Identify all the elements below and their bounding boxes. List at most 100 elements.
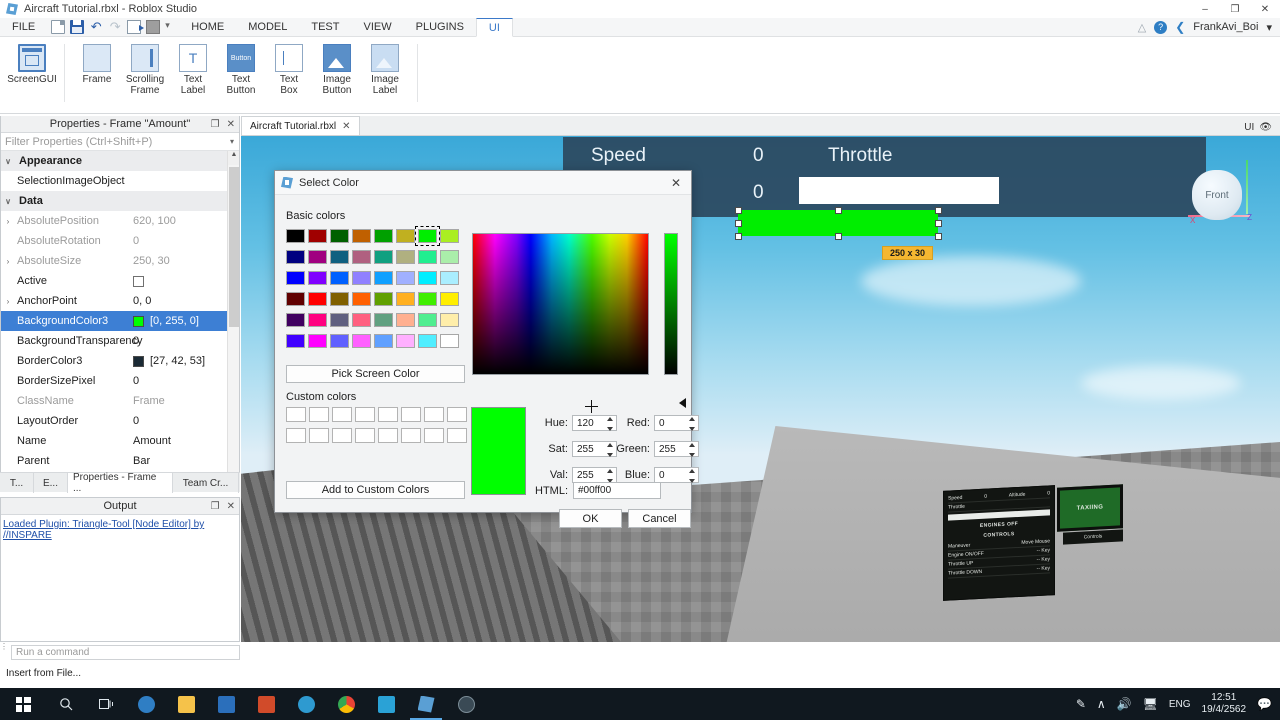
property-category-Data[interactable]: ∨ Data	[1, 191, 239, 211]
color-swatch[interactable]	[133, 315, 144, 327]
scrollbar-thumb[interactable]	[229, 167, 239, 327]
taskbar-search-icon[interactable]	[46, 688, 86, 720]
property-row-Parent[interactable]: Parent Bar	[1, 451, 239, 471]
basic-color-swatch[interactable]	[308, 271, 327, 285]
resize-handle-mr[interactable]	[935, 220, 942, 227]
property-value[interactable]: 0	[133, 415, 239, 427]
dialog-cancel-button[interactable]: Cancel	[628, 509, 691, 528]
save-icon[interactable]	[70, 20, 85, 34]
property-row-ClassName[interactable]: ClassName Frame	[1, 391, 239, 411]
property-value[interactable]: Frame	[133, 395, 239, 407]
custom-color-slot[interactable]	[309, 428, 329, 443]
blue-input[interactable]: 0	[654, 467, 699, 483]
custom-colors-grid[interactable]	[286, 407, 469, 446]
window-minimize-button[interactable]: –	[1190, 0, 1220, 18]
window-maximize-button[interactable]: ❐	[1220, 0, 1250, 18]
basic-color-swatch[interactable]	[440, 334, 459, 348]
basic-color-swatch[interactable]	[330, 229, 349, 243]
basic-color-swatch[interactable]	[396, 229, 415, 243]
basic-color-swatch[interactable]	[352, 271, 371, 285]
ribbon-item-screengui[interactable]: ScreenGUI	[7, 41, 57, 109]
help-icon[interactable]: ?	[1154, 20, 1168, 34]
taskbar-edge-icon[interactable]	[126, 688, 166, 720]
red-input[interactable]: 0	[654, 415, 699, 431]
basic-color-swatch[interactable]	[415, 226, 440, 246]
property-row-BorderSizePixel[interactable]: BorderSizePixel 0	[1, 371, 239, 391]
property-row-Active[interactable]: Active	[1, 271, 239, 291]
chevron-up-icon[interactable]: ∧	[1097, 697, 1106, 711]
property-value[interactable]: 0	[133, 235, 239, 247]
basic-color-swatch[interactable]	[418, 250, 437, 264]
insert-from-file-label[interactable]: Insert from File...	[6, 668, 81, 679]
user-account-label[interactable]: FrankAvi_Boi	[1193, 21, 1258, 33]
custom-color-slot[interactable]	[378, 407, 398, 422]
property-row-AbsoluteRotation[interactable]: AbsoluteRotation 0	[1, 231, 239, 251]
property-row-BorderColor3[interactable]: BorderColor3 [27, 42, 53]	[1, 351, 239, 371]
command-input[interactable]: Run a command	[11, 644, 240, 660]
checkbox[interactable]	[133, 275, 144, 287]
ribbon-item-image-button[interactable]: Image Button	[313, 41, 361, 109]
dock-tab-explorer[interactable]: T...	[0, 473, 34, 493]
eye-icon[interactable]: 👁	[1259, 122, 1272, 133]
expand-chevron-icon[interactable]: ›	[1, 257, 15, 266]
custom-color-slot[interactable]	[401, 428, 421, 443]
resize-handle-bc[interactable]	[835, 233, 842, 240]
ribbon-item-image-label[interactable]: Image Label	[361, 41, 409, 109]
start-button[interactable]	[0, 688, 46, 720]
redo-icon[interactable]: ↷	[108, 20, 122, 34]
taskbar-shop-icon[interactable]	[246, 688, 286, 720]
panel-close-icon[interactable]: ✕	[227, 119, 235, 130]
custom-color-slot[interactable]	[355, 428, 375, 443]
stop-icon[interactable]	[146, 20, 161, 34]
basic-color-swatch[interactable]	[396, 292, 415, 306]
basic-color-swatch[interactable]	[308, 250, 327, 264]
undo-icon[interactable]: ↶	[89, 20, 103, 34]
tab-model[interactable]: MODEL	[236, 18, 299, 37]
property-row-AnchorPoint[interactable]: › AnchorPoint 0, 0	[1, 291, 239, 311]
tab-test[interactable]: TEST	[299, 18, 351, 37]
basic-color-swatch[interactable]	[352, 334, 371, 348]
output-line[interactable]: Loaded Plugin: Triangle-Tool [Node Edito…	[3, 519, 237, 541]
ribbon-item-text-label[interactable]: T Text Label	[169, 41, 217, 109]
taskbar-store-icon[interactable]	[206, 688, 246, 720]
basic-color-swatch[interactable]	[374, 250, 393, 264]
property-value[interactable]: Amount	[133, 435, 239, 447]
basic-color-swatch[interactable]	[418, 334, 437, 348]
basic-color-swatch[interactable]	[308, 334, 327, 348]
property-row-AbsoluteSize[interactable]: › AbsoluteSize 250, 30	[1, 251, 239, 271]
green-input[interactable]: 255	[654, 441, 699, 457]
custom-color-slot[interactable]	[401, 407, 421, 422]
resize-handle-br[interactable]	[935, 233, 942, 240]
properties-filter-input[interactable]: Filter Properties (Ctrl+Shift+P) ▾	[1, 133, 239, 151]
basic-color-swatch[interactable]	[396, 271, 415, 285]
expand-chevron-icon[interactable]: ›	[1, 217, 15, 226]
value-slider-handle[interactable]	[679, 398, 686, 408]
basic-color-swatch[interactable]	[330, 292, 349, 306]
custom-color-slot[interactable]	[447, 407, 467, 422]
basic-color-swatch[interactable]	[374, 334, 393, 348]
basic-color-swatch[interactable]	[396, 250, 415, 264]
basic-color-swatch[interactable]	[440, 313, 459, 327]
tab-home[interactable]: HOME	[179, 18, 236, 37]
color-swatch[interactable]	[133, 355, 144, 367]
basic-color-swatch[interactable]	[286, 313, 305, 327]
home-icon[interactable]: △	[1138, 21, 1146, 34]
taskbar-file-explorer-icon[interactable]	[166, 688, 206, 720]
property-row-BackgroundColor3[interactable]: BackgroundColor3 [0, 255, 0]	[1, 311, 239, 331]
close-icon[interactable]: ✕	[342, 121, 350, 132]
property-row-BackgroundTransparency[interactable]: BackgroundTransparency 0	[1, 331, 239, 351]
publish-icon[interactable]	[127, 20, 145, 34]
custom-color-slot[interactable]	[447, 428, 467, 443]
basic-color-swatch[interactable]	[374, 292, 393, 306]
share-icon[interactable]: ❮	[1175, 20, 1185, 34]
basic-color-swatch[interactable]	[352, 250, 371, 264]
network-icon[interactable]: 🖥	[1143, 697, 1158, 711]
custom-color-slot[interactable]	[424, 428, 444, 443]
chevron-down-icon[interactable]: ▾	[165, 20, 179, 34]
basic-colors-grid[interactable]	[286, 226, 461, 352]
property-value[interactable]: Bar	[133, 455, 239, 467]
html-color-input[interactable]: #00ff00	[573, 482, 661, 499]
basic-color-swatch[interactable]	[286, 292, 305, 306]
resize-handle-ml[interactable]	[735, 220, 742, 227]
basic-color-swatch[interactable]	[330, 334, 349, 348]
